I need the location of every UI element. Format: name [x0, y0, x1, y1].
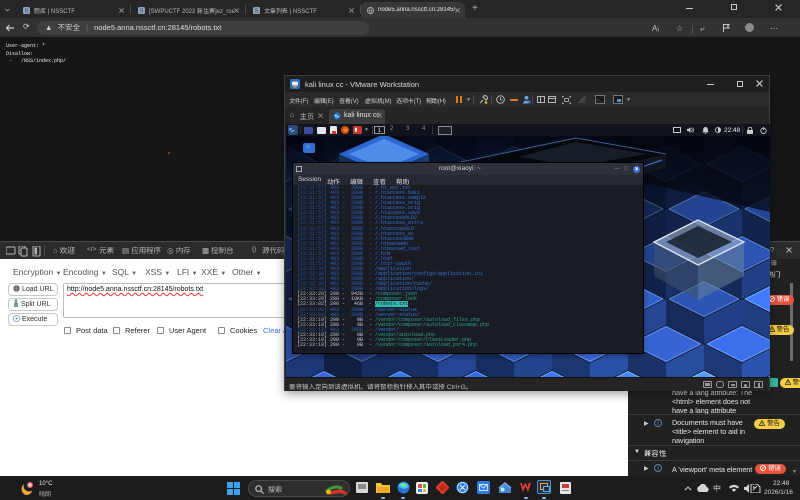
svg-text:S: S [25, 8, 29, 13]
svg-text:S: S [140, 8, 144, 13]
svg-text:S: S [255, 8, 259, 13]
